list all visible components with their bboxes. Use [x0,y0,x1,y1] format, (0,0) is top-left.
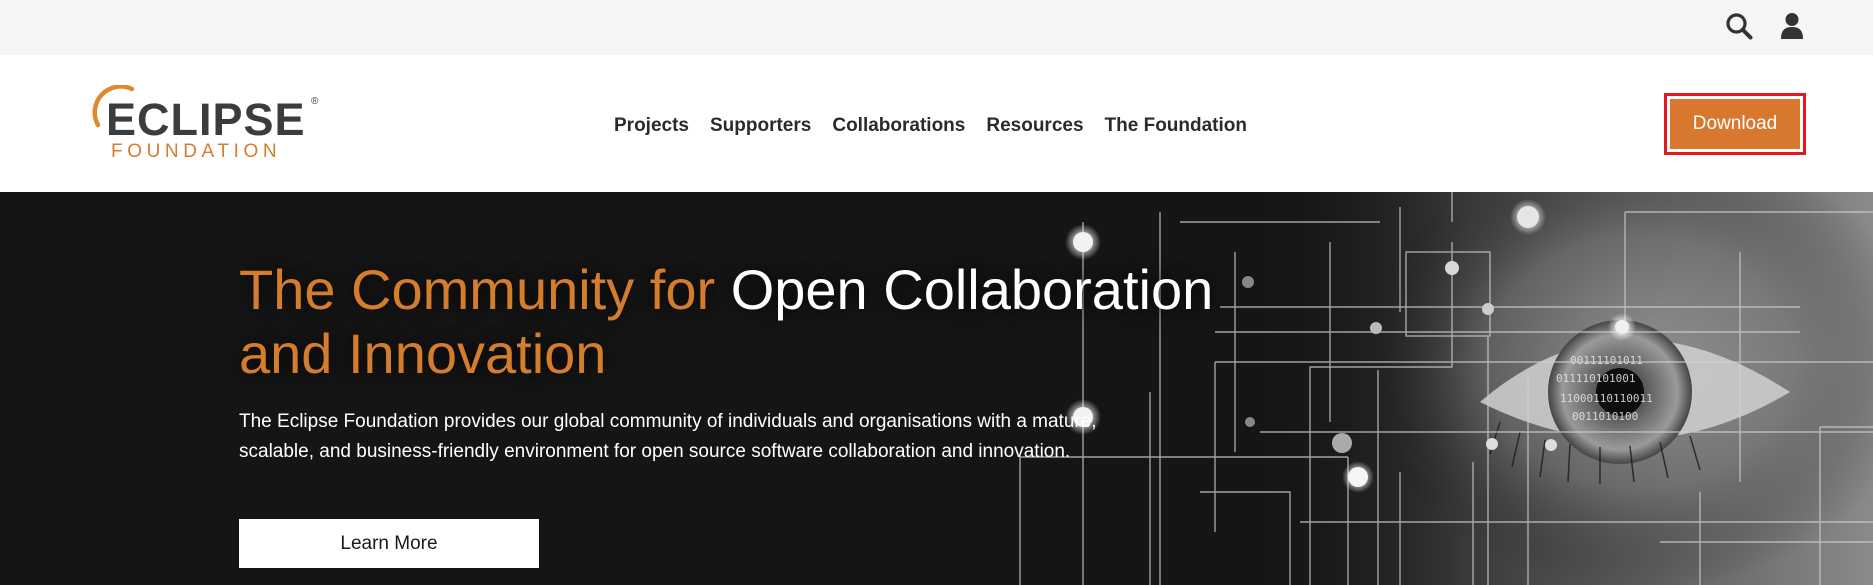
nav-item-projects[interactable]: Projects [614,115,689,137]
svg-text:011110101001: 011110101001 [1556,372,1635,385]
hero-section: 00111101011 011110101001 11000110110011 … [0,192,1873,585]
nav-item-collaborations[interactable]: Collaborations [832,115,965,137]
nav-item-resources[interactable]: Resources [986,115,1083,137]
eclipse-foundation-logo[interactable]: ECLIPSE ® FOUNDATION [92,85,332,165]
svg-text:11000110110011: 11000110110011 [1560,392,1653,405]
learn-more-button[interactable]: Learn More [239,519,539,568]
logo-wordmark: ECLIPSE [106,94,306,145]
hero-title-part3: and Innovation [239,322,607,385]
nav-item-the-foundation[interactable]: The Foundation [1105,115,1247,137]
download-highlight: Download [1664,93,1806,155]
hero-description: The Eclipse Foundation provides our glob… [239,411,1097,462]
svg-text:0011010100: 0011010100 [1572,410,1638,423]
hero-title-part1: The Community for [239,258,731,321]
nav-item-supporters[interactable]: Supporters [710,115,811,137]
hero-title: The Community for Open Collaboration and… [239,258,1339,386]
svg-text:00111101011: 00111101011 [1570,354,1643,367]
main-nav: Projects Supporters Collaborations Resou… [614,110,1268,142]
search-icon[interactable] [1721,8,1757,44]
logo-subtitle: FOUNDATION [111,141,282,162]
user-icon[interactable] [1774,8,1810,44]
download-button[interactable]: Download [1670,99,1800,149]
hero-title-part2: Open Collaboration [730,258,1214,321]
logo-registered-mark: ® [311,96,319,107]
main-header: ECLIPSE ® FOUNDATION Projects Supporters… [0,55,1873,192]
utility-bar [0,0,1873,55]
